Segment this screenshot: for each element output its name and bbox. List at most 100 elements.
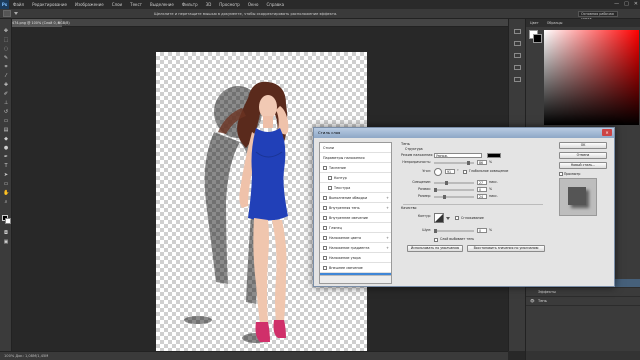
menu-3d[interactable]: 3D: [202, 2, 216, 7]
move-tool-icon[interactable]: [3, 10, 11, 17]
angle-input[interactable]: 91: [445, 169, 455, 174]
style-row-satin[interactable]: Глянец: [320, 223, 391, 233]
dodge-tool-icon[interactable]: ●: [3, 146, 9, 151]
panel-background-swatch[interactable]: [533, 34, 542, 43]
style-checkbox[interactable]: [323, 255, 327, 260]
style-row-inner-shadow[interactable]: Внутренняя тень +: [320, 203, 391, 213]
layer-effects-row[interactable]: Эффекты: [526, 288, 640, 297]
brush-panel-icon[interactable]: [514, 53, 521, 58]
dialog-titlebar[interactable]: Стиль слоя ✕: [314, 128, 614, 138]
shadow-color-swatch[interactable]: [487, 153, 501, 158]
add-effect-icon[interactable]: +: [386, 233, 389, 243]
ok-button[interactable]: OK: [559, 142, 607, 149]
style-row-stroke[interactable]: Выполнение обводки +: [320, 193, 391, 203]
color-spectrum-field[interactable]: [544, 30, 639, 125]
style-row-inner-glow[interactable]: Внутреннее свечение: [320, 213, 391, 223]
opacity-slider-handle[interactable]: [467, 161, 470, 165]
hand-tool-icon[interactable]: ✋: [3, 191, 9, 196]
chevron-down-icon[interactable]: [446, 217, 450, 220]
style-row-gradient-overlay[interactable]: Наложение градиента +: [320, 243, 391, 253]
path-select-tool-icon[interactable]: ➤: [3, 173, 9, 178]
eyedropper-tool-icon[interactable]: ⁄: [3, 74, 9, 79]
visibility-eye-icon[interactable]: [530, 288, 535, 296]
menu-file[interactable]: Файл: [9, 2, 28, 7]
move-tool-icon[interactable]: ✥: [3, 29, 9, 34]
add-effect-icon[interactable]: +: [386, 203, 389, 213]
new-style-button[interactable]: Новый стиль...: [559, 162, 607, 169]
history-brush-icon[interactable]: ↺: [3, 110, 9, 115]
distance-slider[interactable]: [434, 182, 474, 184]
menu-type[interactable]: Текст: [126, 2, 146, 7]
close-tab-icon[interactable]: ×: [57, 19, 60, 27]
style-checkbox[interactable]: [323, 245, 327, 250]
menu-edit[interactable]: Редактирование: [28, 2, 71, 7]
properties-panel-icon[interactable]: [514, 41, 521, 46]
style-checkbox[interactable]: [323, 215, 327, 220]
blend-mode-select[interactable]: Умнож.: [434, 153, 482, 158]
style-row-pattern-overlay[interactable]: Наложение узора: [320, 253, 391, 263]
menu-filter[interactable]: Фильтр: [178, 2, 202, 7]
maximize-button[interactable]: □: [624, 1, 629, 7]
eraser-tool-icon[interactable]: ▭: [3, 119, 9, 124]
type-tool-icon[interactable]: T: [3, 164, 9, 169]
reset-default-button[interactable]: Восстановить значения по умолчанию: [467, 245, 545, 252]
lasso-tool-icon[interactable]: ◌: [3, 47, 9, 52]
style-checkbox[interactable]: [323, 265, 327, 270]
spread-input[interactable]: 0: [477, 187, 487, 192]
size-input[interactable]: 24: [477, 194, 487, 199]
style-checkbox[interactable]: [323, 205, 327, 210]
brush-tool-icon[interactable]: ✐: [3, 92, 9, 97]
cancel-button[interactable]: Отмена: [559, 152, 607, 159]
minimize-button[interactable]: —: [614, 1, 619, 7]
distance-slider-handle[interactable]: [445, 181, 448, 185]
style-row-styles[interactable]: Стили: [320, 143, 391, 153]
antialias-checkbox[interactable]: [455, 216, 459, 220]
global-light-checkbox[interactable]: [463, 170, 467, 174]
screen-mode-icon[interactable]: ▣: [3, 240, 9, 245]
spread-slider[interactable]: [434, 189, 474, 191]
style-checkbox[interactable]: [323, 225, 327, 230]
close-window-button[interactable]: ✕: [634, 1, 638, 7]
quick-mask-icon[interactable]: ◘: [3, 231, 9, 236]
background-color-swatch[interactable]: [5, 218, 11, 224]
character-panel-icon[interactable]: [514, 65, 521, 70]
angle-dial-icon[interactable]: [434, 168, 442, 176]
style-row-color-overlay[interactable]: Наложение цвета +: [320, 233, 391, 243]
menu-layers[interactable]: Слои: [108, 2, 126, 7]
menu-help[interactable]: Справка: [262, 2, 288, 7]
layer-effect-shadow-row[interactable]: 👁 Тень: [526, 297, 640, 306]
crop-tool-icon[interactable]: ⌗: [3, 65, 9, 70]
contour-preview-icon[interactable]: [434, 213, 444, 223]
size-slider[interactable]: [434, 196, 474, 198]
tab-color[interactable]: Цвет: [526, 19, 543, 27]
style-row-texture[interactable]: Текстура: [320, 183, 391, 193]
preview-toggle[interactable]: Просмотр: [559, 172, 580, 176]
distance-input[interactable]: 27: [477, 180, 487, 185]
size-slider-handle[interactable]: [443, 195, 446, 199]
style-checkbox[interactable]: [328, 175, 332, 180]
menu-window[interactable]: Окно: [244, 2, 263, 7]
tab-swatches[interactable]: Образцы: [543, 19, 567, 27]
knockout-checkbox[interactable]: [434, 238, 438, 242]
chevron-down-icon[interactable]: [14, 11, 18, 16]
healing-brush-icon[interactable]: ✚: [3, 83, 9, 88]
menu-view[interactable]: Просмотр: [215, 2, 244, 7]
add-effect-icon[interactable]: +: [386, 193, 389, 203]
zoom-tool-icon[interactable]: ⌕: [3, 200, 9, 205]
style-checkbox[interactable]: [328, 185, 332, 190]
noise-slider[interactable]: [434, 230, 474, 232]
clone-stamp-icon[interactable]: ⊥: [3, 101, 9, 106]
style-row-outer-glow[interactable]: Внешнее свечение: [320, 263, 391, 273]
style-checkbox[interactable]: [323, 235, 327, 240]
add-effect-icon[interactable]: +: [386, 243, 389, 253]
paragraph-panel-icon[interactable]: [514, 77, 521, 82]
spread-slider-handle[interactable]: [434, 188, 437, 192]
visibility-eye-icon[interactable]: 👁: [530, 297, 535, 305]
style-row-blending-options[interactable]: Параметры наложения: [320, 153, 391, 163]
style-row-contour[interactable]: Контур: [320, 173, 391, 183]
marquee-tool-icon[interactable]: ⬚: [3, 38, 9, 43]
dialog-close-button[interactable]: ✕: [602, 129, 612, 136]
style-checkbox[interactable]: [323, 195, 327, 200]
pen-tool-icon[interactable]: ✒: [3, 155, 9, 160]
workspace-select[interactable]: Основная рабочая среда: [578, 11, 618, 21]
